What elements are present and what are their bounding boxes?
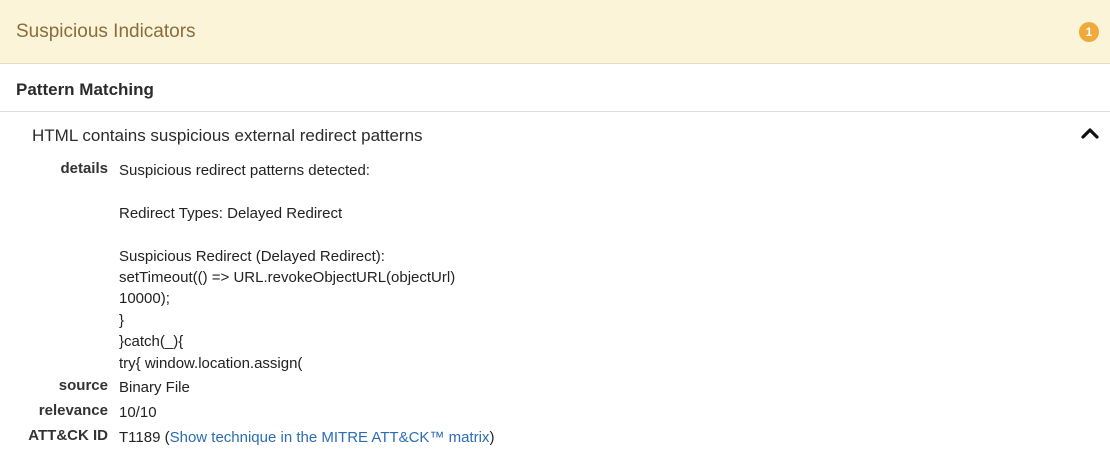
relevance-value: 10/10 (119, 404, 157, 421)
chevron-up-icon-svg (1081, 128, 1099, 139)
attack-value: T1189 (Show technique in the MITRE ATT&C… (119, 427, 494, 448)
source-label: source (58, 377, 108, 394)
attack-close-paren: ) (489, 429, 495, 446)
attack-id: T1189 (119, 429, 161, 446)
mitre-technique-link[interactable]: Show technique in the MITRE ATT&CK™ matr… (170, 429, 490, 446)
relevance-label: relevance (38, 402, 108, 419)
suspicious-indicators-header[interactable]: Suspicious Indicators 1 (0, 0, 1110, 64)
source-value: Binary File (119, 379, 190, 396)
section-title: Pattern Matching (16, 80, 154, 99)
pattern-matching-section: Pattern Matching (0, 65, 1110, 112)
indicator-title[interactable]: HTML contains suspicious external redire… (32, 126, 423, 146)
details-label: details (60, 160, 108, 177)
count-badge: 1 (1079, 22, 1099, 42)
attack-label: ATT&CK ID (28, 427, 108, 444)
header-title: Suspicious Indicators (16, 21, 196, 42)
chevron-up-icon[interactable] (1080, 124, 1100, 144)
details-value: Suspicious redirect patterns detected: R… (119, 162, 456, 372)
attack-open-paren: ( (160, 429, 170, 446)
